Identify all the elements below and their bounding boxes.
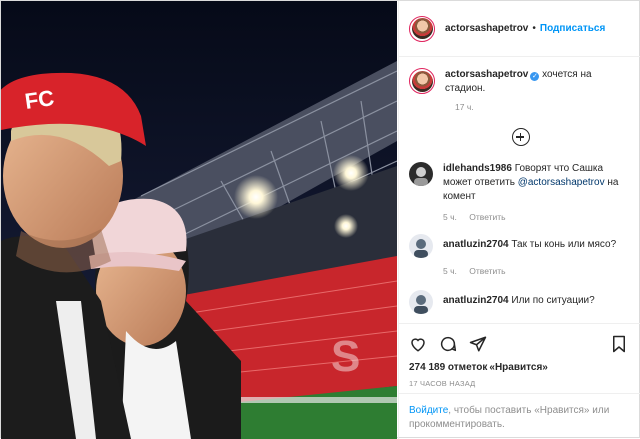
login-prompt: Войдите, чтобы поставить «Нравится» или … [399, 393, 640, 432]
comment-icon[interactable] [439, 335, 457, 353]
author-avatar[interactable] [409, 15, 435, 42]
likes-count-text: 274 189 отметок [409, 362, 488, 373]
header-separator: • [532, 23, 536, 34]
heart-icon[interactable] [409, 335, 427, 353]
author-username[interactable]: actorsashapetrov [445, 23, 528, 34]
share-icon[interactable] [469, 335, 487, 353]
post-sidebar: actorsashapetrov • Подписаться actorsash… [398, 1, 640, 439]
comment-row: anatluzin2704 Так ты конь или мясо? [409, 234, 632, 258]
comment-username[interactable]: anatluzin2704 [443, 295, 509, 306]
caption-avatar[interactable] [409, 68, 435, 94]
comment-mention-link[interactable]: @actorsashapetrov [518, 177, 605, 188]
login-link[interactable]: Войдите [409, 405, 448, 416]
comments-section: actorsashapetrov ✓ хочется на стадион. 17… [399, 58, 640, 323]
commenter-avatar[interactable] [409, 162, 433, 186]
comment-meta: 5 ч. Ответить [443, 266, 632, 276]
selfie-stadium-image: S FC [1, 1, 397, 439]
caption-row: actorsashapetrov ✓ хочется на стадион. [409, 68, 632, 96]
comment-row: anatluzin2704 Или по ситуации? [409, 290, 632, 314]
comment-time[interactable]: 5 ч. [443, 212, 457, 222]
instagram-post: S FC actorsashapetrov • Подписаться acto… [0, 0, 640, 439]
comment-row: idlehands1986 Говорят что Сашка может от… [409, 162, 632, 204]
caption-time[interactable]: 17 ч. [455, 102, 474, 112]
likes-count[interactable]: 274 189 отметок «Нравится» [409, 362, 632, 373]
cap-logo-text: FC [23, 85, 56, 114]
verified-badge-icon: ✓ [530, 72, 540, 81]
post-header: actorsashapetrov • Подписаться [399, 1, 640, 57]
comment-text: Так ты конь или мясо? [511, 239, 617, 250]
reply-button[interactable]: Ответить [469, 266, 505, 276]
comment-meta: 5 ч. Ответить [443, 212, 632, 222]
comment-text: Или по ситуации? [511, 295, 595, 306]
comment-username[interactable]: idlehands1986 [443, 163, 512, 174]
post-date[interactable]: 17 ЧАСОВ НАЗАД [409, 379, 632, 388]
caption-username[interactable]: actorsashapetrov [445, 69, 528, 80]
bookmark-icon[interactable] [610, 335, 628, 353]
follow-button[interactable]: Подписаться [540, 23, 605, 34]
post-actions: 274 189 отметок «Нравится» 17 ЧАСОВ НАЗАД [399, 323, 640, 388]
svg-text:S: S [331, 332, 360, 381]
post-photo[interactable]: S FC [1, 1, 397, 439]
plus-circle-icon[interactable] [511, 128, 530, 146]
commenter-avatar[interactable] [409, 234, 433, 258]
comment-username[interactable]: anatluzin2704 [443, 239, 509, 250]
caption-meta: 17 ч. [455, 102, 632, 112]
likes-suffix: «Нравится» [489, 362, 548, 373]
reply-button[interactable]: Ответить [469, 212, 505, 222]
commenter-avatar[interactable] [409, 290, 433, 314]
comment-time[interactable]: 5 ч. [443, 266, 457, 276]
